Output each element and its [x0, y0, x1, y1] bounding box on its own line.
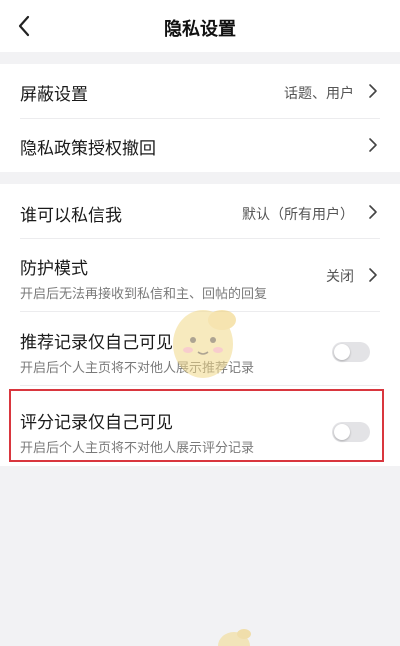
protection-mode-desc: 开启后无法再接收到私信和主、回帖的回复	[20, 287, 268, 302]
protection-mode-title: 防护模式	[20, 259, 88, 279]
settings-group-2: 谁可以私信我 默认（所有用户） 防护模式 开启后无法再接收到私信和主、回帖的回复…	[0, 184, 400, 466]
toggle-knob	[334, 344, 350, 360]
block-settings-value: 话题、用户	[284, 86, 354, 102]
rating-private-title: 评分记录仅自己可见	[20, 413, 173, 433]
chevron-right-icon	[369, 205, 377, 219]
privacy-policy-row[interactable]: 隐私政策授权撤回	[0, 118, 400, 172]
protection-mode-value: 关闭	[326, 269, 354, 285]
privacy-policy-title: 隐私政策授权撤回	[20, 139, 156, 159]
top-bar: 隐私设置	[0, 0, 400, 52]
toggle-knob	[334, 424, 350, 440]
settings-group-1: 屏蔽设置 话题、用户 隐私政策授权撤回	[0, 64, 400, 172]
rating-private-toggle[interactable]	[332, 422, 370, 442]
mascot-watermark-bottom	[218, 629, 251, 646]
page-title: 隐私设置	[164, 19, 236, 40]
who-can-message-row[interactable]: 谁可以私信我 默认（所有用户）	[0, 184, 400, 238]
recommend-private-toggle[interactable]	[332, 342, 370, 362]
chevron-right-icon	[369, 138, 377, 152]
recommend-private-desc: 开启后个人主页将不对他人展示推荐记录	[20, 361, 255, 376]
chevron-right-icon	[369, 268, 377, 282]
who-can-message-value: 默认（所有用户）	[242, 207, 354, 223]
divider	[20, 385, 380, 386]
block-settings-title: 屏蔽设置	[20, 85, 88, 105]
protection-mode-row[interactable]: 防护模式 开启后无法再接收到私信和主、回帖的回复 关闭	[0, 239, 400, 310]
rating-private-desc: 开启后个人主页将不对他人展示评分记录	[20, 441, 255, 456]
rating-private-row: 评分记录仅自己可见 开启后个人主页将不对他人展示评分记录	[0, 390, 400, 464]
chevron-right-icon	[369, 84, 377, 98]
recommend-private-title: 推荐记录仅自己可见	[20, 333, 173, 353]
recommend-private-row: 推荐记录仅自己可见 开启后个人主页将不对他人展示推荐记录	[0, 312, 400, 384]
who-can-message-title: 谁可以私信我	[20, 206, 122, 226]
block-settings-row[interactable]: 屏蔽设置 话题、用户	[0, 64, 400, 118]
